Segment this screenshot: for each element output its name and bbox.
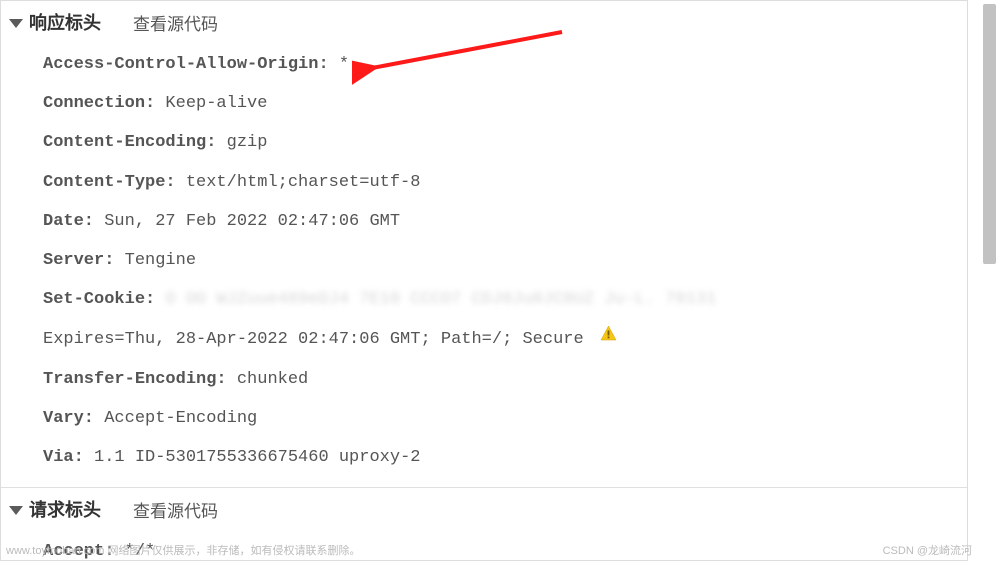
header-name: Connection:: [43, 94, 155, 113]
response-headers-toggle[interactable]: 响应标头 查看源代码: [9, 7, 967, 41]
header-value: Keep-alive: [155, 94, 267, 113]
response-header-list: Access-Control-Allow-Origin: * Connectio…: [9, 41, 967, 487]
header-row: Transfer-Encoding: chunked: [43, 360, 967, 399]
header-value: chunked: [227, 370, 309, 389]
header-value: 1.1 ID-5301755336675460 uproxy-2: [84, 448, 421, 467]
view-source-link[interactable]: 查看源代码: [133, 10, 218, 35]
header-name: Vary:: [43, 409, 94, 428]
headers-panel: 响应标头 查看源代码 Access-Control-Allow-Origin: …: [0, 0, 968, 561]
header-name: Transfer-Encoding:: [43, 370, 227, 389]
request-section-title: 请求标头: [29, 496, 101, 522]
header-value: Expires=Thu, 28-Apr-2022 02:47:06 GMT; P…: [43, 330, 584, 349]
header-value: Accept-Encoding: [94, 409, 257, 428]
caret-down-icon: [9, 19, 23, 28]
header-value: *: [329, 55, 349, 74]
header-name: Via:: [43, 448, 84, 467]
header-value: text/html;charset=utf-8: [176, 173, 421, 192]
header-row-set-cookie: Set-Cookie: O OO WJZuue489eDJ4 7E10 CCCO…: [43, 280, 967, 319]
header-row: Server: Tengine: [43, 241, 967, 280]
watermark-left: www.toymoban.com 网络图片仅供展示，非存储，如有侵权请联系删除。: [6, 542, 360, 558]
request-headers-toggle[interactable]: 请求标头 查看源代码: [9, 494, 967, 528]
redacted-value: O OO WJZuue489eDJ4 7E10 CCCO7 CDJ0Ju0JC0…: [165, 286, 716, 313]
header-row: Content-Encoding: gzip: [43, 123, 967, 162]
header-name: Set-Cookie:: [43, 290, 155, 309]
header-name: Content-Encoding:: [43, 133, 216, 152]
request-headers-section: 请求标头 查看源代码 Accept: */*: [1, 488, 967, 581]
header-row: Vary: Accept-Encoding: [43, 399, 967, 438]
scrollbar-thumb[interactable]: [983, 4, 996, 264]
set-cookie-continuation: Expires=Thu, 28-Apr-2022 02:47:06 GMT; P…: [43, 319, 967, 359]
header-name: Date:: [43, 212, 94, 231]
header-name: Server:: [43, 251, 114, 270]
header-row: Via: 1.1 ID-5301755336675460 uproxy-2: [43, 438, 967, 477]
header-row: Date: Sun, 27 Feb 2022 02:47:06 GMT: [43, 202, 967, 241]
response-section-title: 响应标头: [29, 9, 101, 35]
header-value: gzip: [216, 133, 267, 152]
warning-icon[interactable]: [600, 325, 617, 352]
header-value: Sun, 27 Feb 2022 02:47:06 GMT: [94, 212, 400, 231]
header-name: Content-Type:: [43, 173, 176, 192]
caret-down-icon: [9, 506, 23, 515]
header-row: Connection: Keep-alive: [43, 84, 967, 123]
header-row: Access-Control-Allow-Origin: *: [43, 45, 967, 84]
view-source-link[interactable]: 查看源代码: [133, 497, 218, 522]
watermark-right: CSDN @龙崎流河: [883, 542, 972, 558]
header-row: Content-Type: text/html;charset=utf-8: [43, 163, 967, 202]
response-headers-section: 响应标头 查看源代码 Access-Control-Allow-Origin: …: [1, 1, 967, 487]
header-name: Access-Control-Allow-Origin:: [43, 55, 329, 74]
header-value: Tengine: [114, 251, 196, 270]
